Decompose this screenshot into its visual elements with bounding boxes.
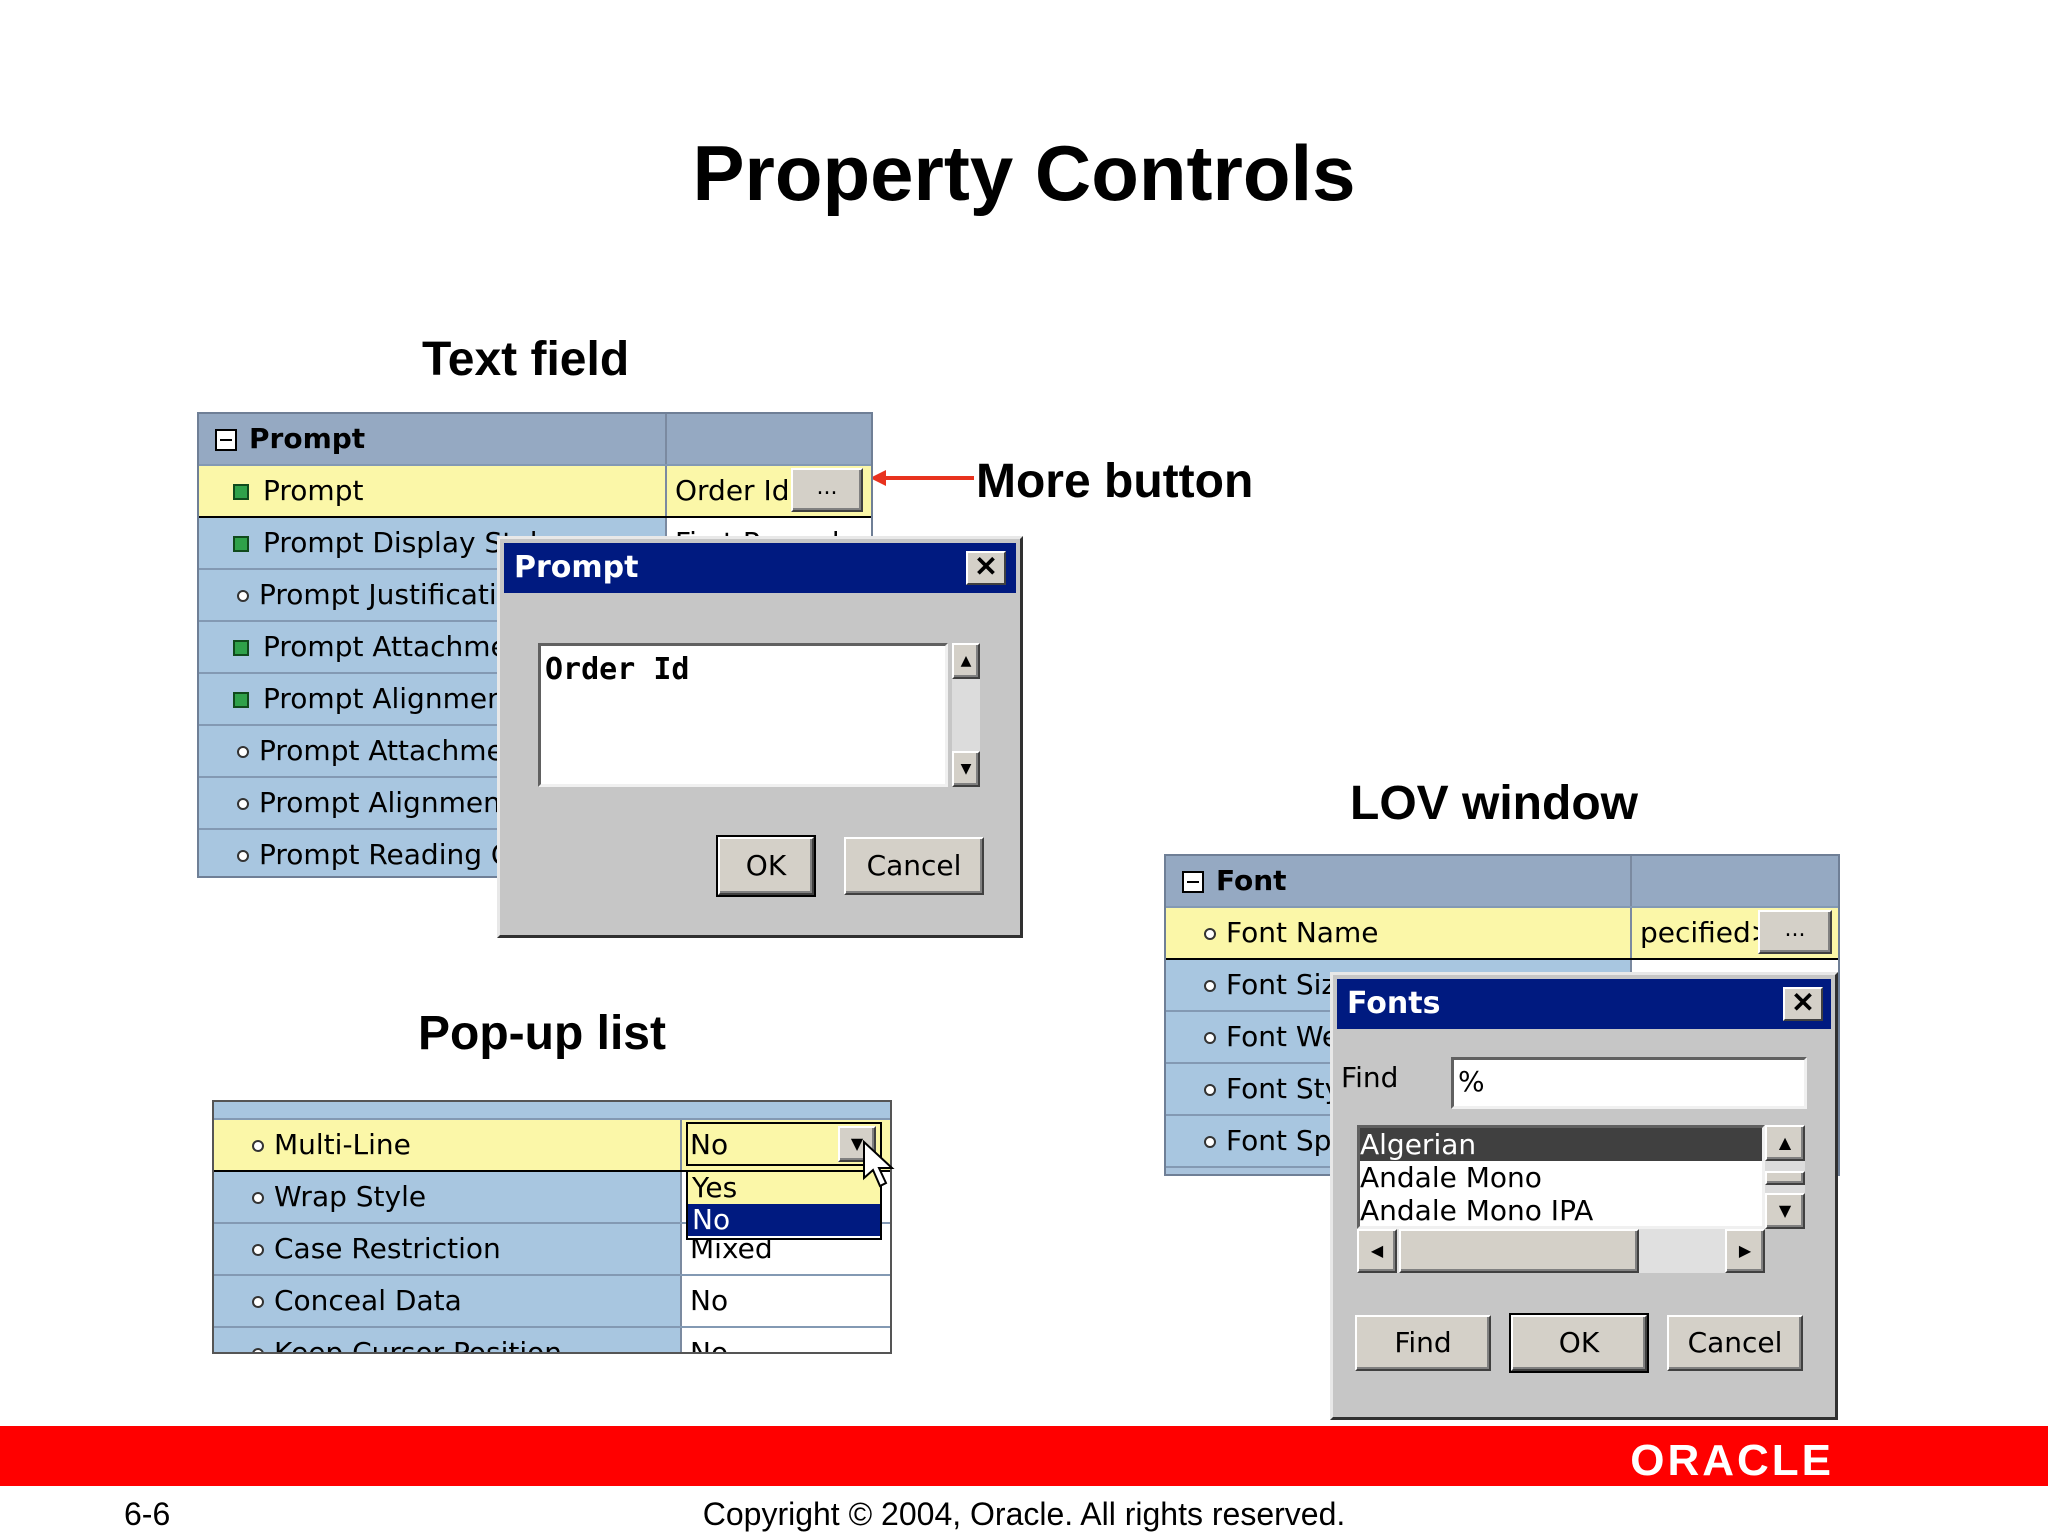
popup-list-heading: Pop-up list (418, 1007, 666, 1060)
close-icon[interactable]: ✕ (1783, 987, 1823, 1021)
arrow-icon (870, 470, 974, 486)
vertical-scrollbar[interactable]: ▲ ▼ (1765, 1125, 1805, 1229)
default-property-icon (1204, 1032, 1216, 1044)
property-name: Wrap Style (274, 1180, 427, 1213)
list-item[interactable]: Andale Mono IPA (1360, 1194, 1762, 1226)
dropdown-option[interactable]: Yes (688, 1172, 880, 1204)
mouse-cursor-icon (863, 1140, 895, 1188)
page-number: 6-6 (124, 1496, 171, 1532)
scroll-down-icon[interactable]: ▼ (1765, 1193, 1805, 1229)
collapse-icon[interactable] (1182, 871, 1204, 893)
default-property-icon (1204, 980, 1216, 992)
oracle-logo: ORACLE (1630, 1436, 1834, 1485)
scroll-up-icon[interactable]: ▲ (952, 643, 980, 679)
close-icon[interactable]: ✕ (966, 551, 1006, 585)
dropdown-list[interactable]: Yes No (686, 1170, 882, 1240)
property-row-multi-line[interactable]: Multi-Line No ▼ (214, 1120, 890, 1172)
changed-property-icon (233, 640, 249, 656)
property-value[interactable]: Order Id (675, 474, 790, 507)
changed-property-icon (233, 692, 249, 708)
default-property-icon (1204, 1136, 1216, 1148)
default-property-icon (237, 590, 249, 602)
changed-property-icon (233, 536, 249, 552)
list-item-selected[interactable]: Algerian (1360, 1128, 1762, 1161)
property-name: Prompt (263, 474, 364, 507)
default-property-icon (1204, 1084, 1216, 1096)
find-button[interactable]: Find (1355, 1315, 1491, 1371)
scroll-down-icon[interactable]: ▼ (952, 751, 980, 787)
changed-property-icon (233, 484, 249, 500)
property-name: Conceal Data (274, 1284, 462, 1317)
property-value[interactable]: pecified> (1640, 916, 1774, 949)
dialog-title: Prompt (514, 550, 639, 585)
find-input[interactable]: % (1451, 1057, 1807, 1109)
property-value[interactable]: No (690, 1284, 728, 1317)
more-button-heading: More button (976, 455, 1254, 508)
property-name: Prompt Justification (259, 578, 532, 611)
property-name: Multi-Line (274, 1128, 411, 1161)
collapse-icon[interactable] (215, 429, 237, 451)
fonts-list[interactable]: Algerian Andale Mono Andale Mono IPA (1357, 1125, 1765, 1229)
property-name: Prompt Attachment (263, 630, 537, 663)
property-name: Font We (1226, 1020, 1340, 1053)
property-name: Font Name (1226, 916, 1379, 949)
property-row-prompt[interactable]: Prompt Order Id ... (199, 466, 871, 518)
scroll-left-icon[interactable]: ◀ (1357, 1229, 1397, 1273)
property-name: Case Restriction (274, 1232, 501, 1265)
default-property-icon (252, 1244, 264, 1256)
default-property-icon (237, 798, 249, 810)
more-button[interactable]: ... (1758, 910, 1832, 954)
property-row-font-name[interactable]: Font Name pecified> ... (1166, 908, 1838, 960)
copyright-text: Copyright © 2004, Oracle. All rights res… (702, 1496, 1346, 1532)
property-row[interactable]: Conceal Data No (214, 1276, 890, 1328)
property-value[interactable]: No (690, 1336, 728, 1352)
list-item[interactable]: Andale Mono (1360, 1161, 1762, 1194)
dialog-titlebar[interactable]: Prompt (504, 543, 1016, 593)
default-property-icon (252, 1140, 264, 1152)
property-name: Keep Cursor Position (274, 1336, 563, 1354)
scroll-thumb[interactable] (1399, 1229, 1639, 1273)
popup-property-grid: Multi-Line No ▼ Wrap Style Case Restrict… (212, 1100, 892, 1354)
cancel-button[interactable]: Cancel (1667, 1315, 1803, 1371)
scroll-right-icon[interactable]: ▶ (1725, 1229, 1765, 1273)
cancel-button[interactable]: Cancel (844, 837, 984, 895)
find-label: Find (1341, 1061, 1399, 1094)
group-label: Font (1216, 864, 1287, 897)
font-group-header[interactable]: Font (1166, 856, 1838, 908)
scroll-thumb[interactable] (1765, 1171, 1805, 1185)
ok-button[interactable]: OK (716, 835, 816, 897)
prompt-dialog: Prompt ✕ Order Id ▲ ▼ OK Cancel (497, 536, 1023, 938)
ok-button[interactable]: OK (1509, 1313, 1649, 1373)
prompt-group-header[interactable]: Prompt (199, 414, 871, 466)
horizontal-scrollbar[interactable]: ◀ ▶ (1357, 1229, 1765, 1273)
default-property-icon (252, 1348, 264, 1352)
property-row[interactable]: Keep Cursor Position No (214, 1328, 890, 1354)
scrollbar[interactable]: ▲ ▼ (952, 643, 980, 787)
dialog-title: Fonts (1347, 986, 1441, 1021)
default-property-icon (252, 1192, 264, 1204)
default-property-icon (252, 1296, 264, 1308)
default-property-icon (237, 746, 249, 758)
property-name: Prompt Alignment (263, 682, 516, 715)
text-field-heading: Text field (422, 333, 630, 386)
more-button[interactable]: ... (791, 468, 863, 512)
dialog-titlebar[interactable]: Fonts (1337, 979, 1831, 1029)
fonts-dialog: Fonts ✕ Find % Algerian Andale Mono Anda… (1330, 972, 1838, 1420)
property-name: Prompt Attachment (259, 734, 533, 767)
slide-title: Property Controls (692, 129, 1356, 217)
property-name: Prompt Reading Or (259, 838, 525, 871)
default-property-icon (1204, 928, 1216, 940)
lov-window-heading: LOV window (1350, 777, 1638, 830)
previous-row-edge (214, 1102, 890, 1120)
default-property-icon (237, 850, 249, 862)
scroll-up-icon[interactable]: ▲ (1765, 1125, 1805, 1161)
prompt-textarea[interactable]: Order Id (538, 643, 948, 787)
dropdown-option-selected[interactable]: No (688, 1204, 880, 1236)
group-label: Prompt (249, 422, 366, 455)
